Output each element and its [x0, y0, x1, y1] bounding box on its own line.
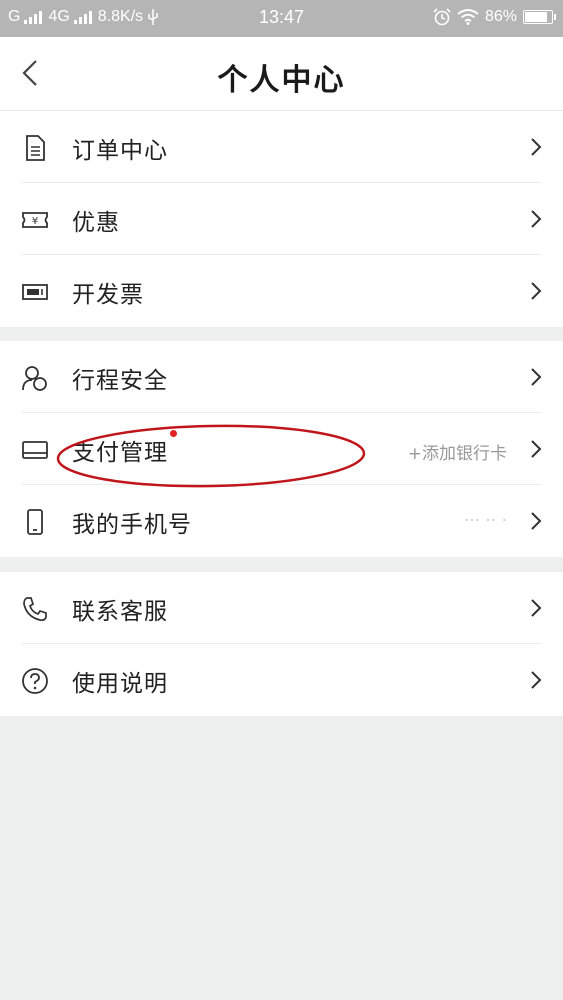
wifi-icon [457, 9, 479, 25]
menu-item-invoice[interactable]: 开发票 [0, 255, 563, 327]
card-icon [22, 441, 48, 459]
menu-item-help[interactable]: 使用说明 [0, 644, 563, 716]
menu-group-account: 行程安全 支付管理 +添加银行卡 我的手机号 ··· ·· · [0, 341, 563, 557]
menu-item-phone[interactable]: 我的手机号 ··· ·· · [0, 485, 563, 557]
chevron-right-icon [531, 512, 542, 530]
menu-group-orders: 订单中心 ¥ 优惠 开发票 [0, 111, 563, 327]
chevron-right-icon [531, 282, 542, 300]
chevron-right-icon [531, 440, 542, 458]
svg-text:¥: ¥ [32, 216, 38, 227]
battery-icon [523, 10, 556, 24]
menu-group-support: 联系客服 使用说明 [0, 572, 563, 716]
coupon-icon: ¥ [22, 212, 48, 228]
phone-number-masked: ··· ·· · [463, 511, 507, 531]
status-right: 86% [433, 8, 556, 26]
invoice-icon [22, 284, 48, 300]
menu-item-label: 订单中心 [72, 138, 168, 164]
menu-item-label: 开发票 [72, 282, 144, 308]
alarm-icon [433, 8, 451, 26]
menu-item-label: 使用说明 [72, 671, 168, 697]
chevron-right-icon [531, 599, 542, 617]
status-bar: G 4G 8.8K/s 13:47 86% [0, 0, 563, 37]
menu-item-payment[interactable]: 支付管理 +添加银行卡 [0, 413, 563, 485]
help-icon [22, 668, 48, 694]
menu-item-label: 支付管理 [72, 440, 168, 466]
menu-item-label: 我的手机号 [72, 512, 192, 538]
document-icon [26, 135, 45, 161]
chevron-right-icon [531, 368, 542, 386]
menu-item-label: 优惠 [72, 210, 120, 236]
safety-icon [22, 366, 47, 391]
menu-item-orders[interactable]: 订单中心 [0, 111, 563, 183]
notification-dot [170, 430, 177, 437]
menu-item-label: 行程安全 [72, 368, 168, 394]
chevron-right-icon [531, 671, 542, 689]
menu-item-label: 联系客服 [72, 599, 168, 625]
battery-percent: 86% [484, 8, 517, 25]
menu-item-coupons[interactable]: ¥ 优惠 [0, 183, 563, 255]
chevron-right-icon [531, 210, 542, 228]
add-bank-card-link[interactable]: +添加银行卡 [408, 439, 507, 464]
page-title: 个人中心 [217, 63, 346, 98]
menu-item-trip-safety[interactable]: 行程安全 [0, 341, 563, 413]
header: 个人中心 [0, 37, 563, 111]
menu-item-customer-service[interactable]: 联系客服 [0, 572, 563, 644]
chevron-right-icon [531, 138, 542, 156]
phone-icon [27, 509, 43, 535]
customer-service-icon [23, 597, 47, 622]
